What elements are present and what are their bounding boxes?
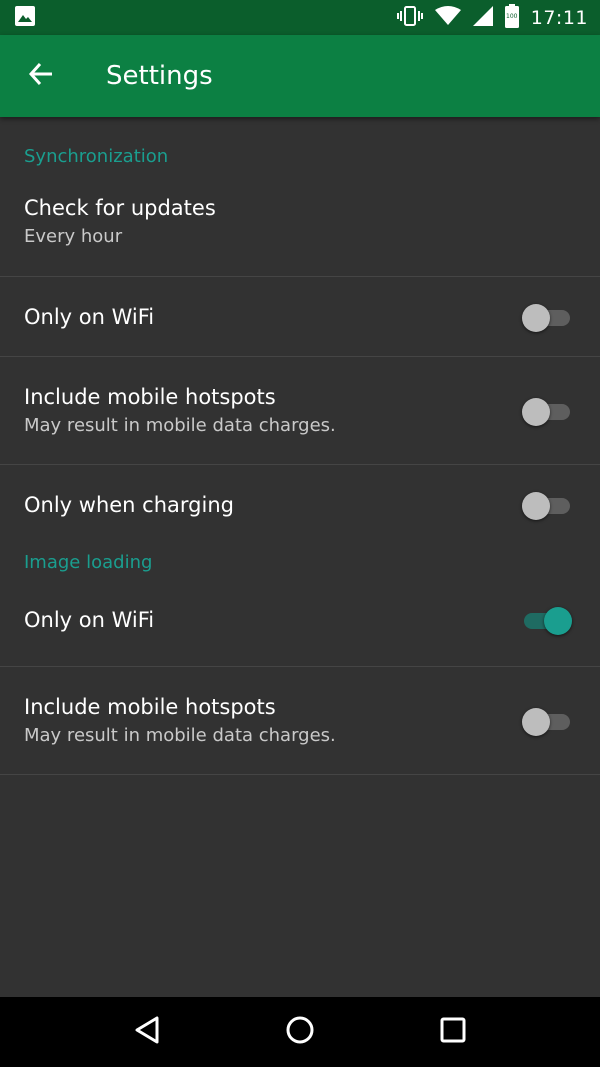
home-circle-icon bbox=[285, 1015, 315, 1049]
back-triangle-icon bbox=[133, 1015, 161, 1049]
pref-check-for-updates[interactable]: Check for updates Every hour bbox=[0, 167, 600, 277]
status-time: 17:11 bbox=[530, 6, 588, 29]
pref-sync-only-on-wifi[interactable]: Only on WiFi bbox=[0, 277, 600, 357]
recents-square-icon bbox=[440, 1017, 466, 1047]
pref-title: Only on WiFi bbox=[24, 304, 155, 329]
pref-sync-include-mobile-hotspots[interactable]: Include mobile hotspots May result in mo… bbox=[0, 357, 600, 465]
wifi-icon bbox=[434, 5, 461, 30]
section-header-synchronization: Synchronization bbox=[24, 146, 169, 167]
back-button[interactable] bbox=[17, 52, 65, 100]
pref-title: Only on WiFi bbox=[24, 607, 155, 632]
switch-sync-only-when-charging[interactable] bbox=[522, 490, 572, 520]
pref-sync-only-when-charging[interactable]: Only when charging bbox=[0, 465, 600, 545]
switch-thumb bbox=[522, 707, 550, 736]
page-title: Settings bbox=[106, 61, 213, 91]
section-header-image-loading: Image loading bbox=[24, 552, 153, 573]
switch-sync-include-mobile-hotspots[interactable] bbox=[522, 396, 572, 426]
nav-back-button[interactable] bbox=[117, 1002, 177, 1062]
settings-list: Synchronization Check for updates Every … bbox=[0, 117, 600, 997]
pref-title: Only when charging bbox=[24, 493, 234, 517]
switch-sync-only-on-wifi[interactable] bbox=[522, 302, 572, 332]
switch-thumb bbox=[522, 303, 550, 332]
signal-icon bbox=[472, 5, 493, 30]
pref-summary: Every hour bbox=[24, 226, 123, 247]
pref-title: Check for updates bbox=[24, 196, 216, 220]
battery-icon: 100 bbox=[504, 3, 519, 32]
app-bar: Settings bbox=[0, 35, 600, 117]
arrow-back-icon bbox=[28, 61, 54, 91]
switch-thumb bbox=[522, 397, 550, 426]
pref-title: Include mobile hotspots bbox=[24, 695, 276, 719]
pref-summary: May result in mobile data charges. bbox=[24, 725, 336, 746]
switch-thumb bbox=[522, 492, 550, 520]
switch-image-include-mobile-hotspots[interactable] bbox=[522, 706, 572, 736]
switch-thumb bbox=[544, 606, 572, 635]
battery-level: 100 bbox=[506, 12, 518, 20]
image-notification-icon bbox=[14, 5, 36, 31]
vibrate-icon bbox=[396, 5, 423, 31]
nav-recents-button[interactable] bbox=[423, 1002, 483, 1062]
navigation-bar bbox=[0, 997, 600, 1067]
status-bar: 100 17:11 bbox=[0, 0, 600, 35]
pref-image-only-on-wifi[interactable]: Only on WiFi bbox=[0, 573, 600, 667]
nav-home-button[interactable] bbox=[270, 1002, 330, 1062]
pref-title: Include mobile hotspots bbox=[24, 385, 276, 409]
switch-image-only-on-wifi[interactable] bbox=[522, 605, 572, 635]
pref-image-include-mobile-hotspots[interactable]: Include mobile hotspots May result in mo… bbox=[0, 667, 600, 775]
pref-summary: May result in mobile data charges. bbox=[24, 415, 336, 436]
